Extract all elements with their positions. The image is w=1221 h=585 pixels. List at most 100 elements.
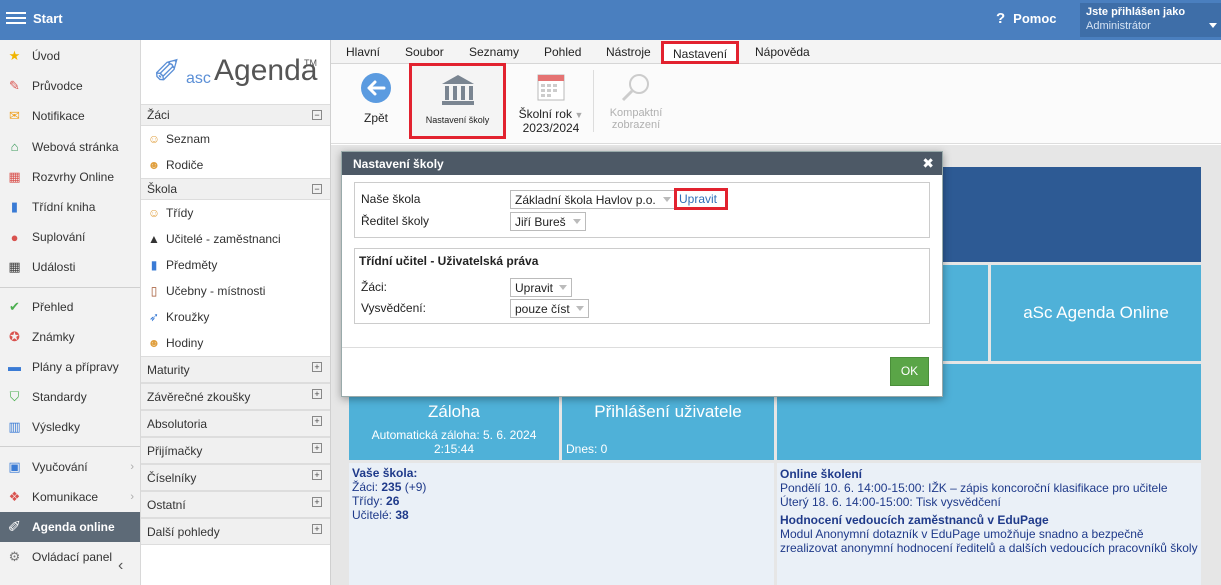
nav-item-tridni-kniha[interactable]: ▮ Třídní kniha — [0, 192, 140, 222]
pupils-rights-select[interactable]: Upravit — [510, 278, 572, 297]
close-icon[interactable]: ✖ — [922, 155, 934, 172]
expand-icon[interactable]: + — [312, 497, 322, 507]
nav-item-vyucovani[interactable]: ▣ Vyučování › — [0, 451, 140, 481]
home-icon: ⌂ — [10, 139, 19, 155]
expand-icon[interactable]: + — [312, 524, 322, 534]
section-header-ostatni[interactable]: Ostatní + — [141, 491, 330, 518]
asc-agenda-logo: ✐ asc Agenda TM — [153, 53, 318, 91]
module-item-seznam[interactable]: ☺ Seznam — [141, 126, 330, 152]
section-header-zaci[interactable]: Žáci − — [141, 104, 330, 126]
caret-down-icon — [576, 306, 584, 311]
tab-pohled[interactable]: Pohled — [544, 45, 581, 59]
door-icon: ▯ — [150, 284, 158, 298]
training-item[interactable]: Pondělí 10. 6. 14:00-15:00: IŽK – zápis … — [780, 481, 1198, 495]
expand-icon[interactable]: + — [312, 443, 322, 453]
school-select[interactable]: Základní škola Havlov p.o. — [510, 190, 676, 209]
expand-icon[interactable]: + — [312, 470, 322, 480]
module-panel: ✐ asc Agenda TM Žáci − ☺ Seznam ☻ Rodiče Šk… — [141, 40, 331, 585]
module-item-predmety[interactable]: ▮ Předměty — [141, 252, 330, 278]
user-dropdown[interactable]: Jste přihlášen jako Administrátor — [1080, 3, 1221, 37]
nav-item-plany[interactable]: ▬ Plány a přípravy — [0, 352, 140, 382]
arrow-left-icon — [361, 73, 391, 103]
module-item-krouzky[interactable]: ➶ Kroužky — [141, 304, 330, 330]
pen-icon: ✐ — [7, 518, 22, 536]
user-line1: Jste přihlášen jako — [1086, 6, 1186, 18]
nav-item-webova-stranka[interactable]: ⌂ Webová stránka — [0, 132, 140, 162]
book-icon: ▮ — [10, 199, 19, 215]
section-header-dalsi-pohledy[interactable]: Další pohledy + — [141, 518, 330, 545]
tab-napoveda[interactable]: Nápověda — [755, 45, 810, 59]
nav-item-rozvrhy[interactable]: ▦ Rozvrhy Online — [0, 162, 140, 192]
question-icon: ? — [996, 10, 1006, 27]
module-item-rodice[interactable]: ☻ Rodiče — [141, 152, 330, 178]
graduation-cap-icon: ▲ — [148, 232, 160, 246]
edit-school-link[interactable]: Upravit — [674, 188, 728, 210]
ok-button[interactable]: OK — [890, 357, 929, 386]
nav-item-standardy[interactable]: ⛉ Standardy — [0, 382, 140, 412]
section-header-skola[interactable]: Škola − — [141, 178, 330, 200]
section-header-ciselniky[interactable]: Číselníky + — [141, 464, 330, 491]
tab-nastaveni[interactable]: Nastavení — [661, 41, 740, 64]
section-header-maturity[interactable]: Maturity + — [141, 356, 330, 383]
class-icon: ☺ — [147, 206, 161, 220]
nav-item-suplovani[interactable]: ● Suplování — [0, 222, 140, 252]
parents-icon: ☻ — [147, 158, 161, 172]
help-button[interactable]: ? Pomoc — [996, 10, 1057, 27]
nav-divider — [0, 286, 140, 288]
ribbon-toolbar: Zpět Nastavení školy Školní rok ▼ 2023/2… — [331, 63, 1221, 144]
school-settings-button[interactable]: Nastavení školy — [409, 63, 506, 139]
nav-item-uvod[interactable]: ★ Úvod — [0, 41, 140, 71]
section-header-absolutoria[interactable]: Absolutoria + — [141, 410, 330, 437]
ribbon-tabs: Hlavní Soubor Seznamy Pohled Nástroje Na… — [331, 40, 1221, 64]
module-item-ucebny[interactable]: ▯ Učebny - místnosti — [141, 278, 330, 304]
nav-item-udalosti[interactable]: ▦ Události — [0, 252, 140, 282]
collapse-nav-icon[interactable]: ‹ — [118, 557, 123, 575]
module-item-ucitele[interactable]: ▲ Učitelé - zaměstnanci — [141, 226, 330, 252]
tab-hlavni[interactable]: Hlavní — [346, 45, 380, 59]
person-icon: ☺ — [147, 132, 161, 146]
training-item[interactable]: Úterý 18. 6. 14:00-15:00: Tisk vysvědčen… — [780, 495, 1198, 509]
teaching-icon: ▣ — [8, 458, 21, 474]
school-settings-dialog: Nastavení školy ✖ Naše škola Základní ško… — [341, 151, 943, 397]
module-item-tridy[interactable]: ☺ Třídy — [141, 200, 330, 226]
gear-icon: ⚙ — [8, 549, 21, 565]
user-role: Administrátor — [1086, 20, 1151, 32]
nav-item-znamky[interactable]: ✪ Známky — [0, 322, 140, 352]
module-item-hodiny[interactable]: ☻ Hodiny — [141, 330, 330, 356]
nav-item-komunikace[interactable]: ❖ Komunikace › — [0, 482, 140, 512]
start-label[interactable]: Start — [33, 11, 63, 26]
nav-item-prehled[interactable]: ✔ Přehled — [0, 292, 140, 322]
director-select[interactable]: Jiří Bureš — [510, 212, 586, 231]
certificate-rights-select[interactable]: pouze číst — [510, 299, 589, 318]
collapse-icon[interactable]: − — [312, 184, 322, 194]
tab-seznamy[interactable]: Seznamy — [469, 45, 519, 59]
back-button[interactable]: Zpět — [351, 72, 401, 132]
tile-asc-agenda-online[interactable]: aSc Agenda Online — [991, 265, 1201, 361]
hamburger-menu-icon[interactable] — [6, 9, 26, 29]
nav-item-agenda-online[interactable]: ✐ Agenda online — [0, 511, 140, 542]
caret-down-icon — [573, 219, 581, 224]
news-panel: Online školení Pondělí 10. 6. 14:00-15:0… — [777, 463, 1201, 585]
certificate-rights-label: Vysvědčení: — [361, 301, 426, 315]
rights-fieldset: Třídní učitel - Uživatelská práva Žáci: … — [354, 248, 930, 324]
left-nav: ★ Úvod ✎ Průvodce ✉ Notifikace ⌂ Webová strá… — [0, 40, 141, 585]
expand-icon[interactable]: + — [312, 362, 322, 372]
tab-nastroje[interactable]: Nástroje — [606, 45, 651, 59]
check-icon: ✔ — [9, 298, 20, 314]
tab-soubor[interactable]: Soubor — [405, 45, 444, 59]
nav-item-vysledky[interactable]: ▥ Výsledky — [0, 412, 140, 442]
section-header-prijimacky[interactable]: Přijímačky + — [141, 437, 330, 464]
section-header-zaverecne[interactable]: Závěrečné zkoušky + — [141, 383, 330, 410]
chat-icon: ❖ — [8, 488, 21, 504]
hours-icon: ☻ — [147, 336, 161, 350]
expand-icon[interactable]: + — [312, 416, 322, 426]
nav-item-pruvodce[interactable]: ✎ Průvodce — [0, 71, 140, 101]
caret-down-icon — [559, 285, 567, 290]
school-year-button[interactable]: Školní rok ▼ 2023/2024 — [511, 72, 591, 136]
logo-pen-icon: ✐ — [153, 53, 182, 91]
dialog-title: Nastavení školy ✖ — [342, 152, 942, 175]
compact-view-button[interactable]: Kompaktní zobrazení — [601, 72, 671, 136]
collapse-icon[interactable]: − — [312, 110, 322, 120]
expand-icon[interactable]: + — [312, 389, 322, 399]
nav-item-notifikace[interactable]: ✉ Notifikace — [0, 101, 140, 131]
